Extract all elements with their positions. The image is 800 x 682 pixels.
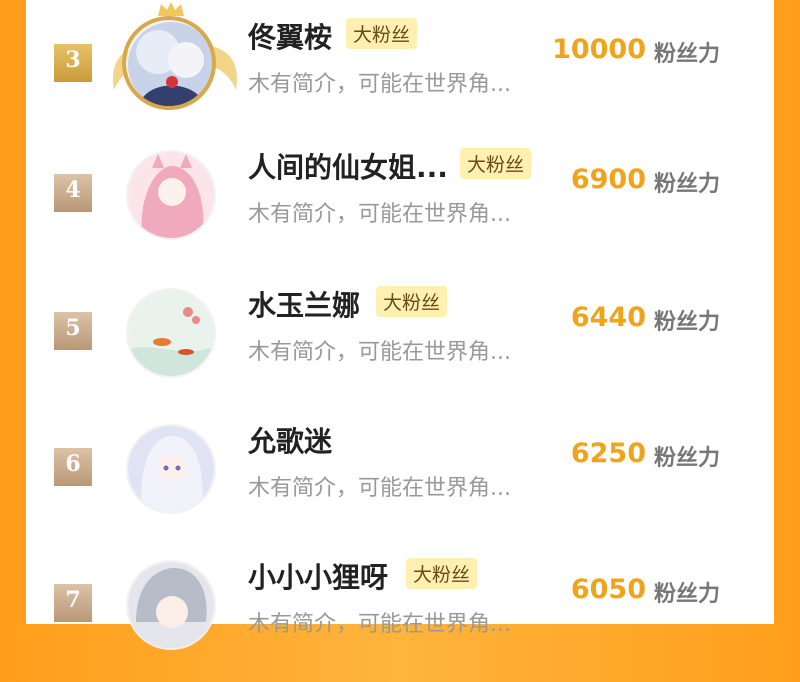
fan-level-badge: 大粉丝 xyxy=(346,18,418,49)
ranking-row[interactable]: 4 人间的仙女姐... 大粉丝 木有简介，可能在世界角... 6900 粉丝力 xyxy=(26,148,774,272)
ranking-row[interactable]: 5 水玉兰娜 大粉丝 木有简介，可能在世界角... 6440 粉丝力 xyxy=(26,286,774,410)
ranking-row[interactable]: 3 佟翼桉 大粉丝 木有简介，可能在世界角... 10000 粉丝力 xyxy=(26,2,774,142)
fan-score: 10000 xyxy=(552,34,646,65)
rank-badge: 5 xyxy=(54,312,92,350)
fan-score: 6050 xyxy=(570,574,646,605)
fan-score: 6900 xyxy=(570,164,646,195)
avatar[interactable] xyxy=(128,290,214,376)
ranking-row[interactable]: 6 允歌迷 木有简介，可能在世界角... 6250 粉丝力 xyxy=(26,425,774,546)
avatar-frame xyxy=(122,16,216,110)
score-unit: 粉丝力 xyxy=(654,172,721,197)
user-intro: 木有简介，可能在世界角... xyxy=(248,612,511,637)
score-unit: 粉丝力 xyxy=(654,582,721,607)
fan-score: 6250 xyxy=(570,438,646,469)
user-intro: 木有简介，可能在世界角... xyxy=(248,476,511,501)
crown-icon xyxy=(158,2,184,16)
rank-badge: 7 xyxy=(54,584,92,622)
avatar[interactable] xyxy=(128,562,214,648)
fan-score: 6440 xyxy=(570,302,646,333)
user-name[interactable]: 佟翼桉 xyxy=(248,16,332,56)
ranking-row[interactable]: 7 小小小狸呀 大粉丝 木有简介，可能在世界角... 6050 粉丝力 xyxy=(26,558,774,682)
fan-level-badge: 大粉丝 xyxy=(406,558,478,589)
user-intro: 木有简介，可能在世界角... xyxy=(248,202,511,227)
fan-ranking-panel: 3 佟翼桉 大粉丝 木有简介，可能在世界角... 10000 粉丝力 4 人间的… xyxy=(26,0,774,648)
rank-badge: 4 xyxy=(54,174,92,212)
user-name[interactable]: 水玉兰娜 xyxy=(248,284,360,324)
score-unit: 粉丝力 xyxy=(654,446,721,471)
score-unit: 粉丝力 xyxy=(654,42,721,67)
avatar[interactable] xyxy=(128,152,214,238)
user-name[interactable]: 允歌迷 xyxy=(248,420,332,460)
avatar[interactable] xyxy=(128,426,214,512)
user-intro: 木有简介，可能在世界角... xyxy=(248,340,511,365)
user-name[interactable]: 人间的仙女姐... xyxy=(248,146,448,186)
rank-badge: 6 xyxy=(54,448,92,486)
user-name[interactable]: 小小小狸呀 xyxy=(248,556,388,596)
fan-level-badge: 大粉丝 xyxy=(376,286,448,317)
rank-badge: 3 xyxy=(54,44,92,82)
user-intro: 木有简介，可能在世界角... xyxy=(248,72,511,97)
fan-level-badge: 大粉丝 xyxy=(460,148,532,179)
score-unit: 粉丝力 xyxy=(654,310,721,335)
